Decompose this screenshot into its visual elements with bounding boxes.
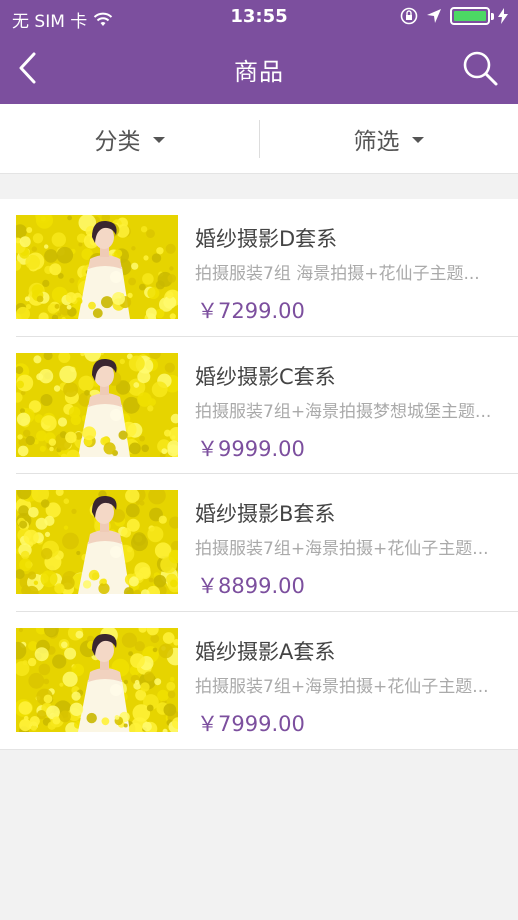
product-title: 婚纱摄影C套系 [195, 364, 336, 389]
product-item[interactable]: 婚纱摄影C套系 拍摄服装7组+海景拍摄梦想城堡主题... ￥9999.00 [0, 337, 518, 474]
filter-label: 筛选 [353, 129, 400, 155]
product-price: ￥8899.00 [197, 574, 305, 598]
filter-dropdown[interactable]: 筛选 [259, 104, 518, 174]
product-title: 婚纱摄影B套系 [195, 502, 336, 526]
product-thumbnail [16, 627, 178, 732]
caret-down-icon [152, 137, 165, 143]
product-item[interactable]: 婚纱摄影A套系 拍摄服装7组+海景拍摄+花仙子主题... ￥7999.00 [0, 612, 518, 750]
product-description: 拍摄服装7组+海景拍摄+花仙子主题... [195, 676, 489, 697]
search-icon [463, 51, 498, 86]
product-list: 婚纱摄影D套系 拍摄服装7组 海景拍摄+花仙子主题... ￥7299.00 婚纱… [0, 199, 518, 750]
product-thumbnail [16, 215, 178, 319]
product-title: 婚纱摄影D套系 [195, 227, 338, 251]
product-photo [16, 215, 178, 319]
product-thumbnail [16, 490, 178, 594]
search-button[interactable] [460, 48, 500, 88]
product-thumbnail [16, 352, 178, 457]
charging-bolt-icon [498, 8, 508, 24]
battery-fill [454, 11, 486, 21]
category-dropdown[interactable]: 分类 [0, 104, 259, 174]
status-bar: 无 SIM 卡 13:55 [0, 0, 518, 34]
category-label: 分类 [94, 129, 141, 155]
product-price: ￥7999.00 [197, 711, 305, 736]
product-description: 拍摄服装7组 海景拍摄+花仙子主题... [195, 264, 480, 284]
product-price: ￥7299.00 [197, 299, 305, 323]
product-price: ￥9999.00 [197, 436, 305, 461]
product-photo [16, 490, 178, 594]
product-description: 拍摄服装7组+海景拍摄梦想城堡主题... [195, 401, 492, 422]
product-item[interactable]: 婚纱摄影B套系 拍摄服装7组+海景拍摄+花仙子主题... ￥8899.00 [0, 474, 518, 612]
product-photo [16, 627, 178, 732]
orientation-lock-icon [400, 7, 418, 25]
product-title: 婚纱摄影A套系 [195, 639, 336, 664]
filter-bar: 分类 筛选 [0, 104, 518, 174]
navigation-bar: 商品 [0, 34, 518, 104]
status-right [400, 7, 508, 25]
product-description: 拍摄服装7组+海景拍摄+花仙子主题... [195, 539, 489, 559]
page-title: 商品 [234, 58, 284, 86]
battery-cap [491, 13, 494, 20]
product-item[interactable]: 婚纱摄影D套系 拍摄服装7组 海景拍摄+花仙子主题... ￥7299.00 [0, 199, 518, 337]
battery-indicator [450, 7, 494, 25]
product-photo [16, 352, 178, 457]
caret-down-icon [411, 137, 424, 143]
location-arrow-icon [427, 9, 441, 23]
app-header: 无 SIM 卡 13:55 商品 [0, 0, 518, 104]
